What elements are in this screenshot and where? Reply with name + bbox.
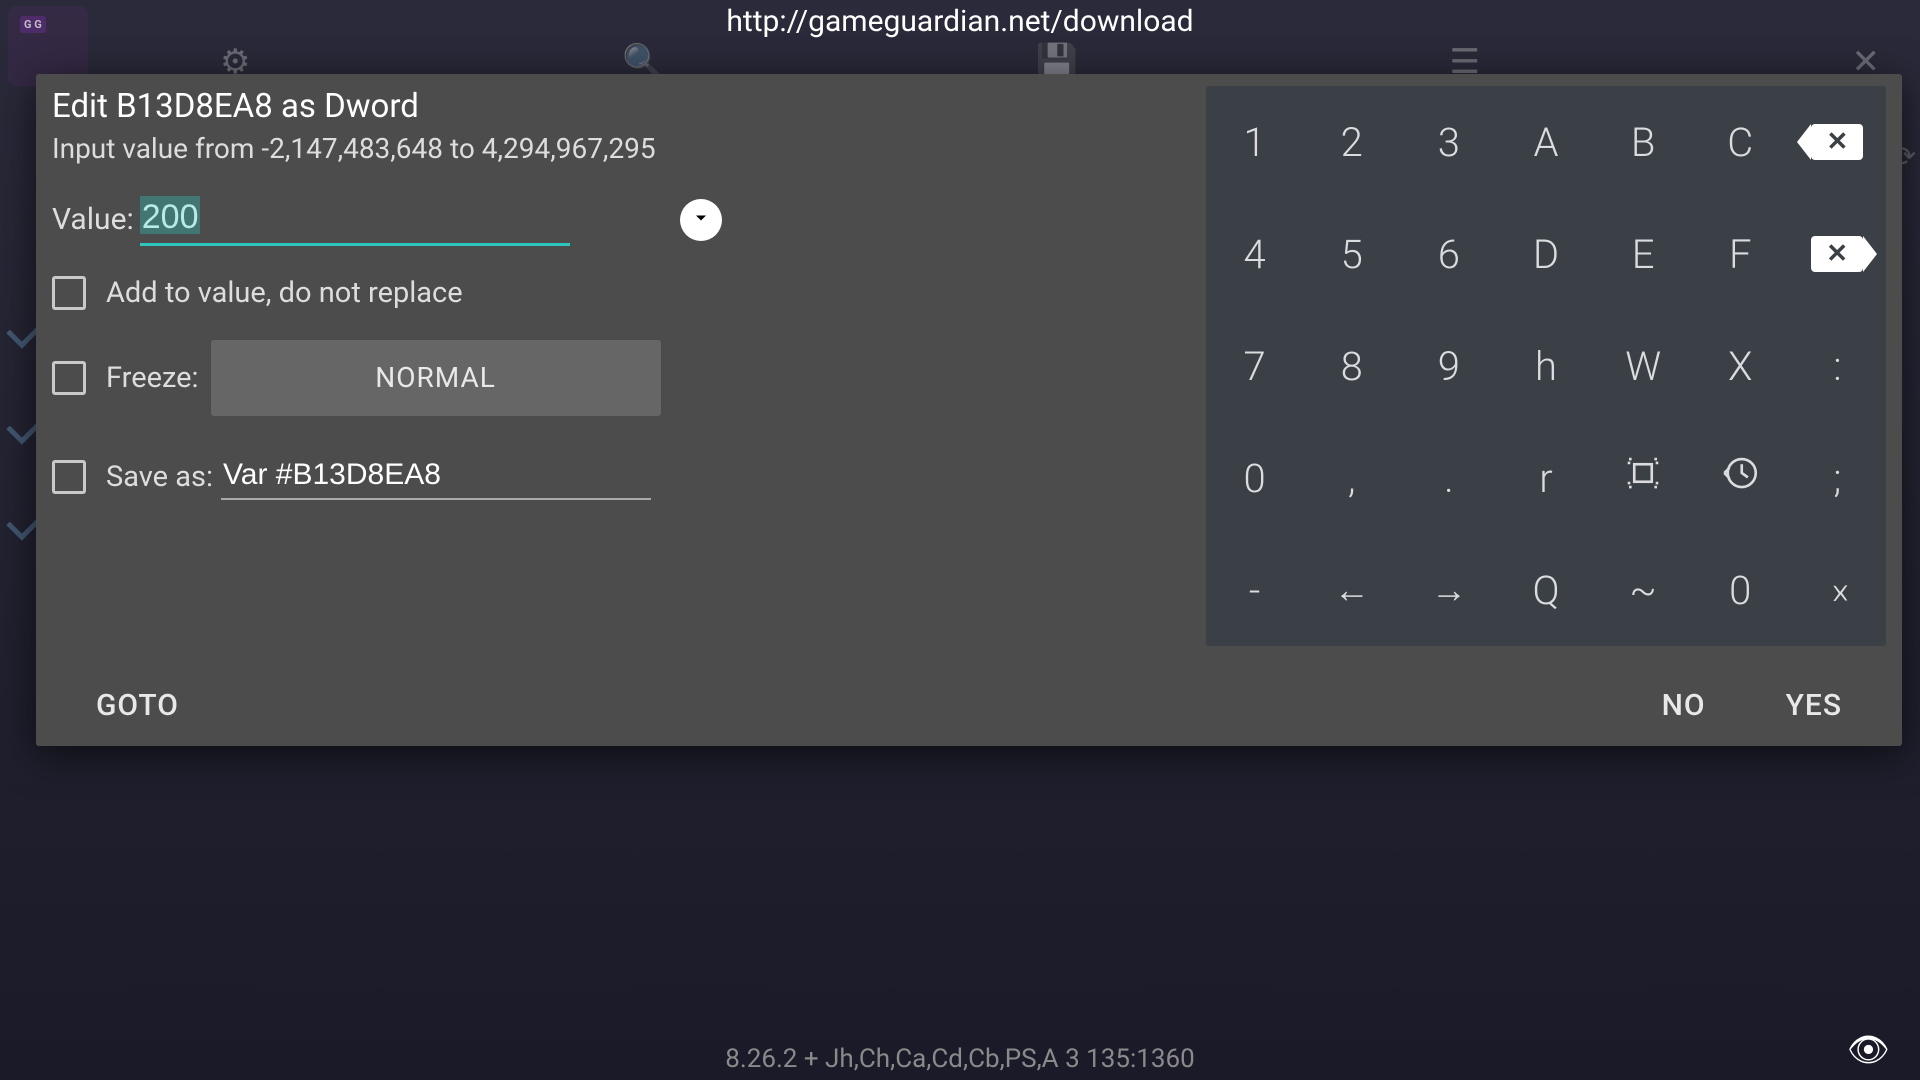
freeze-mode-label: NORMAL <box>375 361 496 394</box>
key-backspace[interactable]: ✕ <box>1789 86 1886 198</box>
key-colon[interactable]: : <box>1789 310 1886 422</box>
dialog-subtitle: Input value from -2,147,483,648 to 4,294… <box>52 131 722 167</box>
key-0b[interactable]: 0 <box>1692 534 1789 646</box>
key-tilde[interactable]: ~ <box>1595 534 1692 646</box>
key-6[interactable]: 6 <box>1400 198 1497 310</box>
dialog-left-pane: Edit B13D8EA8 as Dword Input value from … <box>52 86 722 676</box>
key-B[interactable]: B <box>1595 86 1692 198</box>
clear-icon: ✕ <box>1811 236 1863 272</box>
key-7[interactable]: 7 <box>1206 310 1303 422</box>
freeze-mode-button[interactable]: NORMAL <box>211 340 661 416</box>
key-history[interactable] <box>1692 422 1789 534</box>
key-r[interactable]: r <box>1497 422 1594 534</box>
key-X[interactable]: X <box>1692 310 1789 422</box>
add-row: Add to value, do not replace <box>52 276 722 310</box>
value-label: Value: <box>52 202 134 237</box>
key-comma[interactable]: , <box>1303 422 1400 534</box>
freeze-label: Freeze: <box>106 361 199 395</box>
value-input[interactable] <box>140 194 570 246</box>
key-A[interactable]: A <box>1497 86 1594 198</box>
add-checkbox[interactable] <box>52 276 86 310</box>
key-D[interactable]: D <box>1497 198 1594 310</box>
dialog-footer: GOTO NO YES <box>36 664 1902 746</box>
hex-keypad: 1 2 3 A B C ✕ 4 5 6 D E F ✕ 7 8 9 h W X … <box>1206 86 1886 646</box>
key-0[interactable]: 0 <box>1206 422 1303 534</box>
key-W[interactable]: W <box>1595 310 1692 422</box>
eye-icon[interactable]: 👁 <box>1847 1030 1890 1070</box>
key-h[interactable]: h <box>1497 310 1594 422</box>
key-semicolon[interactable]: ; <box>1789 422 1886 534</box>
swap-icon: ›‹ <box>1832 567 1844 614</box>
select-all-icon <box>1622 452 1664 504</box>
key-9[interactable]: 9 <box>1400 310 1497 422</box>
value-dropdown[interactable] <box>680 199 722 241</box>
value-selection-highlight <box>140 196 200 234</box>
saveas-row: Save as: <box>52 454 722 500</box>
edit-dialog: Edit B13D8EA8 as Dword Input value from … <box>36 74 1902 746</box>
key-8[interactable]: 8 <box>1303 310 1400 422</box>
add-label: Add to value, do not replace <box>106 276 463 310</box>
key-E[interactable]: E <box>1595 198 1692 310</box>
saveas-input[interactable] <box>221 454 651 500</box>
key-left[interactable]: ← <box>1303 534 1400 646</box>
yes-button[interactable]: YES <box>1786 688 1842 723</box>
key-minus[interactable]: - <box>1206 534 1303 646</box>
key-C[interactable]: C <box>1692 86 1789 198</box>
key-F[interactable]: F <box>1692 198 1789 310</box>
freeze-row: Freeze: NORMAL <box>52 340 722 416</box>
saveas-label: Save as: <box>106 460 213 494</box>
key-3[interactable]: 3 <box>1400 86 1497 198</box>
saveas-checkbox[interactable] <box>52 460 86 494</box>
key-1[interactable]: 1 <box>1206 86 1303 198</box>
backspace-icon: ✕ <box>1811 124 1863 160</box>
goto-button[interactable]: GOTO <box>96 688 179 723</box>
key-4[interactable]: 4 <box>1206 198 1303 310</box>
key-clear[interactable]: ✕ <box>1789 198 1886 310</box>
dialog-title: Edit B13D8EA8 as Dword <box>52 86 722 127</box>
bg-decor <box>10 320 38 534</box>
key-right[interactable]: → <box>1400 534 1497 646</box>
status-bar: 8.26.2 + Jh,Ch,Ca,Cd,Cb,PS,A 3 135:1360 <box>0 1044 1920 1074</box>
key-period[interactable]: . <box>1400 422 1497 534</box>
key-swap[interactable]: ›‹ <box>1789 534 1886 646</box>
no-button[interactable]: NO <box>1662 688 1706 723</box>
value-row: Value: <box>52 194 722 246</box>
key-select-all[interactable] <box>1595 422 1692 534</box>
key-Q[interactable]: Q <box>1497 534 1594 646</box>
history-icon <box>1719 452 1761 504</box>
key-5[interactable]: 5 <box>1303 198 1400 310</box>
freeze-checkbox[interactable] <box>52 361 86 395</box>
key-2[interactable]: 2 <box>1303 86 1400 198</box>
chevron-down-icon <box>691 208 711 232</box>
